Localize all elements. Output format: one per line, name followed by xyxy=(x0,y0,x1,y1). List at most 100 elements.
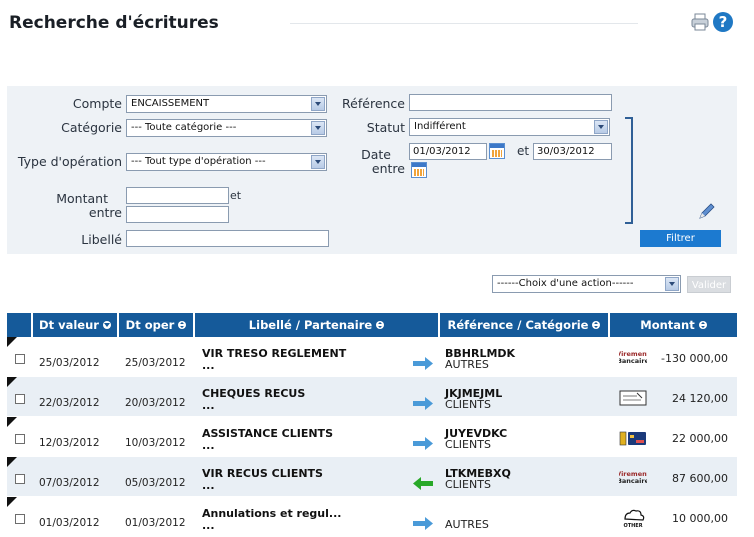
arrow-right-icon xyxy=(413,437,433,450)
arrow-right-icon xyxy=(413,517,433,530)
dt-oper: 10/03/2012 xyxy=(125,437,186,449)
reference-cell: JUYEVDKC CLIENTS xyxy=(440,417,610,457)
table-row[interactable]: 07/03/2012 05/03/2012 VIR RECUS CLIENTS … xyxy=(7,457,737,497)
compte-select-value: ENCAISSEMENT xyxy=(131,98,210,109)
table-row[interactable]: 12/03/2012 10/03/2012 ASSISTANCE CLIENTS… xyxy=(7,417,737,457)
statut-select[interactable]: Indifférent xyxy=(409,118,610,136)
row-checkbox[interactable] xyxy=(15,434,25,444)
table-body: 25/03/2012 25/03/2012 VIR TRESO REGLEMEN… xyxy=(7,337,737,537)
row-select-cell xyxy=(7,457,33,497)
dt-valeur-cell: 22/03/2012 xyxy=(33,377,119,417)
dt-oper: 20/03/2012 xyxy=(125,397,186,409)
header-libelle[interactable]: Libellé / Partenaire xyxy=(195,313,440,337)
table-row[interactable]: 25/03/2012 25/03/2012 VIR TRESO REGLEMEN… xyxy=(7,337,737,377)
svg-text:Bancaire: Bancaire xyxy=(619,477,647,485)
partenaire-text: ... xyxy=(202,519,215,532)
dt-oper-cell: 20/03/2012 xyxy=(119,377,195,417)
dt-valeur-cell: 07/03/2012 xyxy=(33,457,119,497)
libelle-text[interactable]: VIR RECUS CLIENTS xyxy=(202,467,323,480)
type-operation-select[interactable]: --- Tout type d'opération --- xyxy=(126,153,327,171)
dt-valeur: 25/03/2012 xyxy=(39,357,100,369)
table-header: Dt valeur Dt oper Libellé / Partenaire R… xyxy=(7,313,737,337)
sort-down-icon xyxy=(102,321,111,329)
type-operation-label: Type d'opération xyxy=(17,154,122,169)
action-select[interactable]: ------Choix d'une action------ xyxy=(492,275,681,293)
sort-icon xyxy=(376,321,385,329)
partenaire-text: ... xyxy=(202,399,215,412)
dt-valeur: 22/03/2012 xyxy=(39,397,100,409)
filter-button[interactable]: Filtrer xyxy=(640,230,721,247)
row-checkbox[interactable] xyxy=(15,394,25,404)
montant-text: 22 000,00 xyxy=(672,432,728,445)
date-to-input[interactable]: 30/03/2012 xyxy=(533,143,612,160)
virement-icon: VirementBancaire xyxy=(616,468,650,488)
montant-min-input[interactable] xyxy=(126,187,229,204)
row-select-cell xyxy=(7,337,33,377)
header-reference-label: Référence / Catégorie xyxy=(447,318,589,332)
dt-valeur: 01/03/2012 xyxy=(39,517,100,529)
montant-max-input[interactable] xyxy=(126,206,229,223)
libelle-text[interactable]: ASSISTANCE CLIENTS xyxy=(202,427,333,440)
cheque-icon xyxy=(619,388,647,408)
partenaire-text: ... xyxy=(202,479,215,492)
montant-text: 10 000,00 xyxy=(672,512,728,525)
print-icon[interactable] xyxy=(690,12,710,32)
valider-button[interactable]: Valider xyxy=(687,276,731,293)
header-dt-oper[interactable]: Dt oper xyxy=(119,313,195,337)
top-toolbar: ? xyxy=(690,12,733,32)
row-checkbox[interactable] xyxy=(15,474,25,484)
row-checkbox[interactable] xyxy=(15,354,25,364)
montant-cell: 22 000,00 xyxy=(610,417,737,457)
virement-icon: VirementBancaire xyxy=(616,348,650,368)
categorie-select[interactable]: --- Toute catégorie --- xyxy=(126,119,327,137)
montant-et-label: et xyxy=(230,189,242,202)
libelle-text[interactable]: VIR TRESO REGLEMENT xyxy=(202,347,346,360)
sort-icon xyxy=(592,321,601,329)
date-from-input[interactable]: 01/03/2012 xyxy=(409,143,487,160)
reference-label: Référence xyxy=(342,96,405,111)
montant-entre-label: entre xyxy=(88,205,122,220)
compte-select[interactable]: ENCAISSEMENT xyxy=(126,95,327,113)
categorie-text: AUTRES xyxy=(445,358,489,371)
libelle-input[interactable] xyxy=(126,230,329,247)
reference-input[interactable] xyxy=(409,94,612,111)
calendar-icon[interactable] xyxy=(489,143,505,159)
dt-oper: 05/03/2012 xyxy=(125,477,186,489)
dt-oper-cell: 01/03/2012 xyxy=(119,497,195,537)
date-label: Date xyxy=(361,147,391,162)
montant-label: Montant xyxy=(56,191,108,206)
categorie-text: CLIENTS xyxy=(445,398,491,411)
libelle-cell: VIR RECUS CLIENTS ... xyxy=(195,457,440,497)
libelle-text[interactable]: CHEQUES RECUS xyxy=(202,387,305,400)
header-montant[interactable]: Montant xyxy=(610,313,737,337)
libelle-cell: Annulations et regul... ... xyxy=(195,497,440,537)
table-row[interactable]: 01/03/2012 01/03/2012 Annulations et reg… xyxy=(7,497,737,537)
calendar-icon[interactable] xyxy=(411,162,427,178)
filter-bracket xyxy=(625,117,633,224)
other-icon: OTHER xyxy=(619,508,647,529)
select-all-header xyxy=(7,313,33,337)
categorie-text: CLIENTS xyxy=(445,438,491,451)
partenaire-text: ... xyxy=(202,359,215,372)
title-divider xyxy=(290,23,638,24)
libelle-text[interactable]: Annulations et regul... xyxy=(202,507,341,520)
header-dt-valeur[interactable]: Dt valeur xyxy=(33,313,119,337)
arrow-left-icon xyxy=(413,477,433,490)
pencil-icon[interactable] xyxy=(697,201,717,221)
chevron-down-icon xyxy=(311,121,325,135)
date-entre-label: entre xyxy=(371,161,405,176)
dt-valeur-cell: 12/03/2012 xyxy=(33,417,119,457)
dt-valeur-cell: 01/03/2012 xyxy=(33,497,119,537)
montant-text: 24 120,00 xyxy=(672,392,728,405)
help-icon[interactable]: ? xyxy=(713,12,733,32)
libelle-cell: CHEQUES RECUS ... xyxy=(195,377,440,417)
chevron-down-icon xyxy=(311,155,325,169)
montant-cell: 24 120,00 xyxy=(610,377,737,417)
row-checkbox[interactable] xyxy=(15,514,25,524)
chevron-down-icon xyxy=(311,97,325,111)
header-reference[interactable]: Référence / Catégorie xyxy=(440,313,610,337)
table-row[interactable]: 22/03/2012 20/03/2012 CHEQUES RECUS ... … xyxy=(7,377,737,417)
header-libelle-label: Libellé / Partenaire xyxy=(248,318,373,332)
sort-icon xyxy=(178,321,187,329)
montant-text: -130 000,00 xyxy=(661,352,728,365)
